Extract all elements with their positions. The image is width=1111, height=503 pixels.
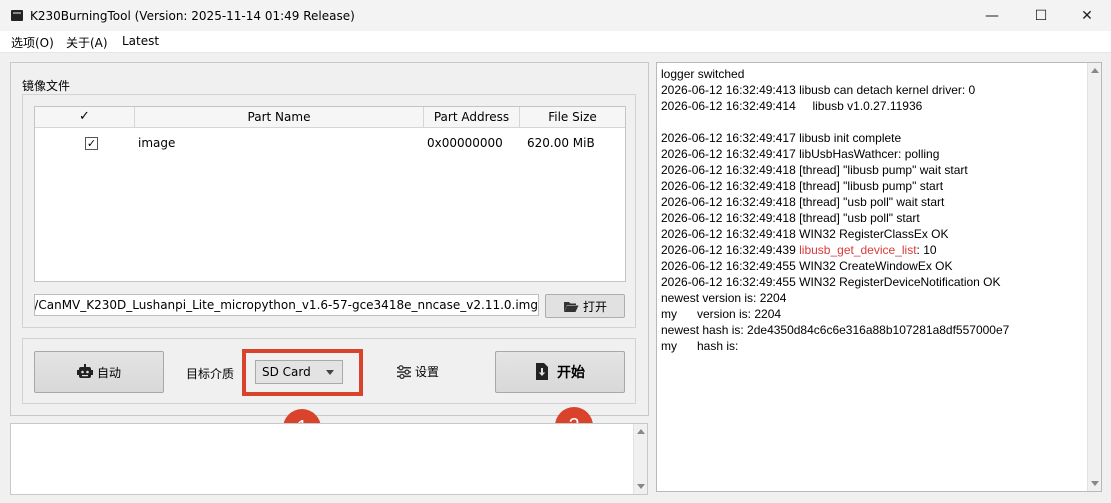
row-part-name: image [138, 136, 176, 150]
open-button[interactable]: 打开 [545, 294, 625, 318]
menu-about[interactable]: 关于(A) [66, 34, 108, 51]
settings-label: 设置 [415, 365, 440, 379]
highlight-box [242, 349, 363, 396]
log-line: 2026-06-12 16:32:49:418 [thread] "usb po… [661, 195, 945, 209]
title-bar: K230BurningTool (Version: 2025-11-14 01:… [0, 0, 1111, 31]
close-button[interactable]: ✕ [1064, 0, 1110, 31]
log-panel[interactable]: logger switched 2026-06-12 16:32:49:413 … [656, 62, 1102, 492]
log-line: newest hash is: 2de4350d84c6c6e316a88b10… [661, 323, 1010, 337]
maximize-button[interactable]: ☐ [1018, 0, 1064, 31]
scroll-up-icon[interactable] [637, 429, 645, 434]
log-line: newest version is: 2204 [661, 291, 787, 305]
log-line: my version is: 2204 [661, 307, 782, 321]
log-line-prefix: 2026-06-12 16:32:49:439 [661, 243, 800, 257]
column-header-part-address[interactable]: Part Address [424, 107, 520, 128]
log-line: 2026-06-12 16:32:49:439 libusb_get_devic… [661, 243, 937, 257]
log-line: 2026-06-12 16:32:49:455 WIN32 CreateWind… [661, 259, 953, 273]
image-path-value: /img/CanMV_K230D_Lushanpi_Lite_micropyth… [34, 298, 538, 312]
log-line: logger switched [661, 67, 745, 81]
log-line-suffix: : 10 [916, 243, 937, 257]
column-header-check[interactable]: ✓ [35, 107, 135, 128]
log-line: 2026-06-12 16:32:49:414 libusb v1.0.27.1… [661, 99, 923, 113]
start-button-label: 开始 [557, 365, 585, 381]
auto-button[interactable]: 自动 [34, 351, 164, 393]
log-line: 2026-06-12 16:32:49:417 libUsbHasWathcer… [661, 147, 940, 161]
scroll-down-icon[interactable] [1091, 481, 1099, 486]
row-file-size: 620.00 MiB [527, 136, 595, 150]
settings-button[interactable]: 设置 [396, 363, 439, 380]
menu-options[interactable]: 选项(O) [11, 34, 54, 51]
image-path-input[interactable]: /img/CanMV_K230D_Lushanpi_Lite_micropyth… [34, 294, 539, 316]
target-medium-label: 目标介质 [186, 367, 235, 381]
folder-open-icon [563, 301, 579, 312]
row-part-address: 0x00000000 [427, 136, 503, 150]
log-line: 2026-06-12 16:32:49:418 [thread] "libusb… [661, 163, 968, 177]
output-scrollbar[interactable] [633, 424, 647, 494]
log-line: my hash is: [661, 339, 739, 353]
start-button[interactable]: 开始 [495, 351, 625, 393]
minimize-button[interactable]: — [969, 0, 1015, 31]
log-line: 2026-06-12 16:32:49:418 [thread] "usb po… [661, 211, 920, 225]
column-header-part-name[interactable]: Part Name [135, 107, 424, 128]
image-group-title: 镜像文件 [22, 79, 71, 93]
partition-table: ✓ Part Name Part Address File Size ✓ ima… [34, 106, 626, 282]
file-download-icon [536, 363, 548, 380]
open-button-label: 打开 [582, 299, 607, 314]
log-scrollbar[interactable] [1087, 63, 1101, 491]
log-line: 2026-06-12 16:32:49:418 [thread] "libusb… [661, 179, 944, 193]
row-checkbox[interactable]: ✓ [85, 137, 98, 150]
log-line: 2026-06-12 16:32:49:413 libusb can detac… [661, 83, 976, 97]
menu-latest[interactable]: Latest [122, 34, 159, 48]
app-icon [11, 10, 23, 21]
log-highlight-text: libusb_get_device_list [799, 243, 917, 257]
output-textarea[interactable] [10, 423, 648, 495]
header-checkmark: ✓ [79, 109, 90, 124]
scroll-up-icon[interactable] [1091, 68, 1099, 73]
log-line: 2026-06-12 16:32:49:418 WIN32 RegisterCl… [661, 227, 949, 241]
menu-bar: 选项(O) 关于(A) Latest [0, 31, 1111, 53]
column-header-file-size[interactable]: File Size [520, 107, 625, 128]
scroll-down-icon[interactable] [637, 484, 645, 489]
robot-icon [76, 364, 93, 378]
window-title: K230BurningTool (Version: 2025-11-14 01:… [30, 9, 355, 23]
auto-button-label: 自动 [96, 365, 121, 380]
log-line: 2026-06-12 16:32:49:417 libusb init comp… [661, 131, 902, 145]
sliders-icon [397, 364, 411, 379]
log-line: 2026-06-12 16:32:49:455 WIN32 RegisterDe… [661, 275, 1001, 289]
